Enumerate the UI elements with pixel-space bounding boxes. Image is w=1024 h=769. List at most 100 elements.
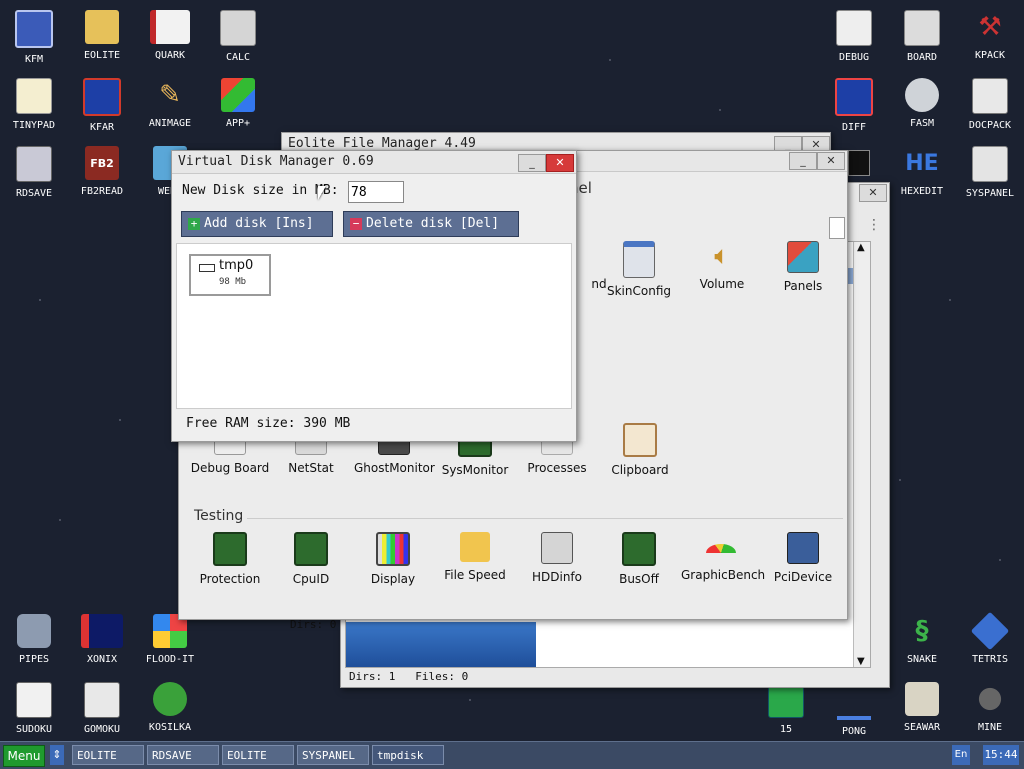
desktop-icon-mine[interactable]: MINE bbox=[958, 682, 1022, 733]
taskbar-button-eolite-2[interactable]: EOLITE bbox=[222, 745, 294, 765]
desktop-icon-label: SYSPANEL bbox=[965, 188, 1015, 199]
delete-disk-button[interactable]: − Delete disk [Del] bbox=[343, 211, 519, 237]
back-window-close-button[interactable] bbox=[848, 150, 870, 176]
desktop-icon-gomoku[interactable]: GOMOKU bbox=[70, 682, 134, 735]
desktop-icon-label: FB2READ bbox=[80, 186, 124, 197]
desktop-icon-fb2read[interactable]: FB2 FB2READ bbox=[70, 146, 134, 197]
syspanel-item-protection[interactable]: Protection bbox=[190, 532, 270, 586]
gauge-icon bbox=[706, 544, 736, 562]
testing-heading: Testing bbox=[194, 508, 244, 524]
close-button[interactable]: ✕ bbox=[859, 184, 887, 202]
desktop-icon-label: ANIMAGE bbox=[148, 118, 192, 129]
syspanel-item-clipboard[interactable]: Clipboard bbox=[600, 423, 680, 477]
syspanel-item-label: Volume bbox=[699, 277, 745, 291]
desktop-icon-xonix[interactable]: XONIX bbox=[70, 614, 134, 665]
eolite-close-strip: ✕ bbox=[849, 183, 889, 202]
free-ram-label: Free RAM size: 390 MB bbox=[186, 416, 351, 431]
desktop-icon-pipes[interactable]: PIPES bbox=[2, 614, 66, 665]
desktop-icon-snake[interactable]: § SNAKE bbox=[890, 614, 954, 665]
syspanel-item-hddinfo[interactable]: HDDinfo bbox=[517, 532, 597, 584]
disk-size-input[interactable] bbox=[348, 181, 404, 203]
more-icon[interactable]: ⋮ bbox=[867, 217, 881, 233]
syspanel-item-panels[interactable]: Panels bbox=[763, 241, 843, 293]
menu-button[interactable]: Menu bbox=[3, 745, 45, 767]
desktop-icon-quark[interactable]: QUARK bbox=[138, 10, 202, 61]
desktop-icon-debug[interactable]: DEBUG bbox=[822, 10, 886, 63]
folder-preview bbox=[346, 622, 536, 667]
syspanel-item-cpuid[interactable]: CpuID bbox=[271, 532, 351, 586]
close-button[interactable]: ✕ bbox=[817, 152, 845, 170]
desktop-icon-tetris[interactable]: TETRIS bbox=[958, 611, 1022, 665]
notebook-icon bbox=[150, 10, 190, 44]
vdm-titlebar[interactable]: Virtual Disk Manager 0.69 _ ✕ bbox=[172, 151, 576, 174]
desktop-icon-appplus[interactable]: APP+ bbox=[206, 78, 270, 129]
window-title: Virtual Disk Manager 0.69 bbox=[178, 154, 374, 169]
taskbar-button-syspanel[interactable]: SYSPANEL bbox=[297, 745, 369, 765]
desktop-icon-syspanel[interactable]: SYSPANEL bbox=[958, 146, 1022, 199]
desktop-icon-label: TINYPAD bbox=[12, 120, 56, 131]
desktop-icon-floodit[interactable]: FLOOD-IT bbox=[138, 614, 202, 665]
minimize-button[interactable]: _ bbox=[789, 152, 817, 170]
desktop-icon-label: 15 bbox=[779, 724, 793, 735]
desktop-icon-kfm[interactable]: KFM bbox=[2, 10, 66, 65]
taskbar-button-eolite[interactable]: EOLITE bbox=[72, 745, 144, 765]
taskbar-button-tmpdisk[interactable]: tmpdisk bbox=[372, 745, 444, 765]
sudoku-icon bbox=[16, 682, 52, 718]
taskbar-button-rdsave[interactable]: RDSAVE bbox=[147, 745, 219, 765]
desktop-icon-kfar[interactable]: KFAR bbox=[70, 78, 134, 133]
syspanel-item-display[interactable]: Display bbox=[353, 532, 433, 586]
desktop-icon-hexedit[interactable]: HE HEXEDIT bbox=[890, 146, 954, 198]
add-disk-button[interactable]: + Add disk [Ins] bbox=[181, 211, 333, 237]
minimize-button[interactable]: _ bbox=[518, 154, 546, 172]
desktop-icon-eolite[interactable]: EOLITE bbox=[70, 10, 134, 61]
desktop-icon-sudoku[interactable]: SUDOKU bbox=[2, 682, 66, 735]
bug-icon bbox=[836, 10, 872, 46]
syspanel-item-busoff[interactable]: BusOff bbox=[599, 532, 679, 586]
desktop-icon-label: DIFF bbox=[841, 122, 867, 133]
desktop-icon-label: CALC bbox=[225, 52, 251, 63]
switch-arrows-icon[interactable]: ⇕ bbox=[50, 745, 64, 765]
syspanel-item-label: Display bbox=[370, 572, 416, 586]
desktop-icon-calc[interactable]: CALC bbox=[206, 10, 270, 63]
syspanel-item-label: GhostMonitor bbox=[354, 461, 435, 475]
desktop-icon-diff[interactable]: DIFF bbox=[822, 78, 886, 133]
lawnmower-icon bbox=[153, 682, 187, 716]
floppy-icon bbox=[15, 10, 53, 48]
desktop-icon-animage[interactable]: ✎ ANIMAGE bbox=[138, 78, 202, 129]
clock[interactable]: 15:44 bbox=[983, 745, 1019, 765]
disk-list[interactable]: tmp0 98 Mb bbox=[176, 243, 572, 409]
pipes-icon bbox=[17, 614, 51, 648]
desktop-icon-docpack[interactable]: DOCPACK bbox=[958, 78, 1022, 131]
syspanel-item-filespeed[interactable]: File Speed bbox=[435, 532, 515, 582]
desktop-icon-kpack[interactable]: ⚒ KPACK bbox=[958, 10, 1022, 61]
ship-icon bbox=[905, 682, 939, 716]
syspanel-item-volume[interactable]: 🔈︎ Volume bbox=[682, 241, 762, 291]
desktop-icon-rdsave[interactable]: RDSAVE bbox=[2, 146, 66, 199]
desktop-icon-label: DEBUG bbox=[838, 52, 870, 63]
syspanel-item-graphicbench[interactable]: GraphicBench bbox=[681, 532, 765, 582]
vertical-scrollbar[interactable]: ▲ ▼ bbox=[853, 242, 870, 667]
syspanel-item-pcidevice[interactable]: PciDevice bbox=[763, 532, 843, 584]
disk-item-tmp0[interactable]: tmp0 98 Mb bbox=[189, 254, 271, 296]
desktop-icon-tinypad[interactable]: TINYPAD bbox=[2, 78, 66, 131]
desktop-icon-pong[interactable]: PONG bbox=[822, 682, 886, 737]
desktop-icon-fasm[interactable]: FASM bbox=[890, 78, 954, 129]
syspanel-search[interactable] bbox=[829, 217, 845, 239]
desktop-icon-seawar[interactable]: SEAWAR bbox=[890, 682, 954, 733]
desktop-icon-15[interactable]: 15 bbox=[754, 682, 818, 735]
desktop-icon-label: PONG bbox=[841, 726, 867, 737]
desktop-icon-label: KOSILKA bbox=[148, 722, 192, 733]
syspanel-item-skinconfig[interactable]: SkinConfig bbox=[599, 241, 679, 298]
syspanel-item-label: PciDevice bbox=[773, 570, 833, 584]
language-indicator[interactable]: En bbox=[952, 745, 970, 765]
scroll-down-arrow-icon[interactable]: ▼ bbox=[857, 656, 865, 667]
scroll-up-arrow-icon[interactable]: ▲ bbox=[857, 242, 865, 253]
hammer-icon: ⚒ bbox=[978, 12, 1002, 42]
desktop-icon-label: PIPES bbox=[18, 654, 50, 665]
close-button[interactable]: ✕ bbox=[546, 154, 574, 172]
syspanel-item-label: SysMonitor bbox=[441, 463, 509, 477]
desktop-icon-board[interactable]: BOARD bbox=[890, 10, 954, 63]
mine-icon bbox=[973, 682, 1007, 716]
desktop-icon-kosilka[interactable]: KOSILKA bbox=[138, 682, 202, 733]
syspanel-item-label: File Speed bbox=[444, 568, 506, 582]
